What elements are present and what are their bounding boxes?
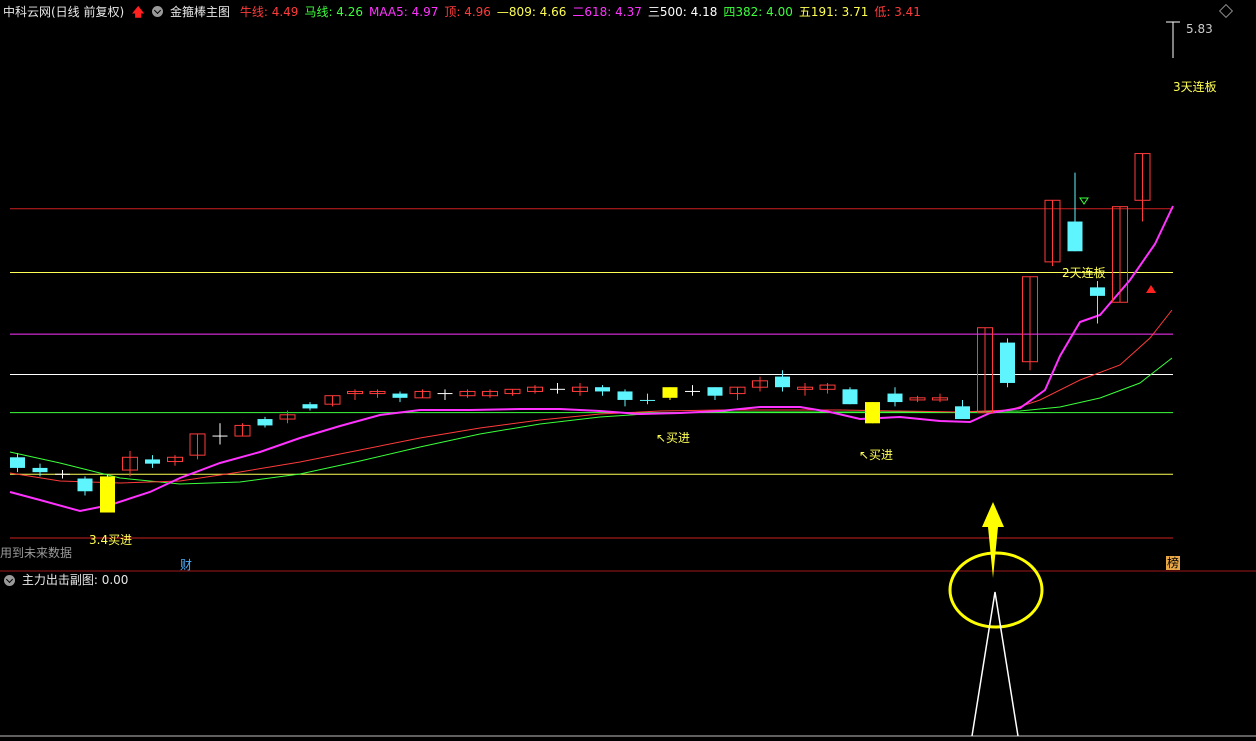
candle-body-48 [1090,287,1105,296]
finance-marker[interactable]: 财 [180,556,192,573]
yellow-arrow-icon [982,502,1004,578]
candle-body-38 [865,402,880,424]
candle-body-39 [887,393,903,403]
buy-signal-label-1: 3.4买进 [89,533,133,547]
candle-body-47 [1067,221,1083,252]
candle-body-13 [302,404,318,409]
ma-line-red [9,309,1173,484]
candle-body-1 [32,467,48,473]
candlestick-chart [0,21,1256,737]
sub-chart-header: 主力出击副图: 0.00 [0,572,128,588]
candle-body-17 [392,393,408,398]
candle-body-4 [100,476,115,513]
candle-body-42 [955,406,970,420]
future-data-note: 用到未来数据 [0,546,73,560]
candle-body-44 [1000,342,1015,383]
candle-body-0 [10,457,25,468]
candle-body-3 [77,478,93,492]
candle-body-31 [707,387,723,396]
sub-chart-value: : 0.00 [93,573,129,587]
limit-up-3-label: 3天连板 [1173,80,1217,94]
candle-body-28 [640,399,655,401]
maa5-line [9,205,1174,513]
candle-body-34 [775,376,790,388]
sub-chart-title[interactable]: 主力出击副图 [22,573,94,587]
rank-marker[interactable]: 榜 [1166,556,1181,570]
down-arrow-icon [1079,197,1089,205]
sub-indicator-menu-toggle[interactable] [4,575,15,586]
limit-up-2-label: 2天连板 [1062,266,1106,280]
highlight-circle [948,551,1044,629]
candle-body-29 [662,387,678,398]
buy-signal-label-3: ↖买进 [859,448,894,462]
high-price-label: 5.83 [1186,22,1213,36]
candle-body-37 [842,389,858,405]
candle-body-11 [257,419,273,426]
sub-chart-peak [971,591,1019,737]
candle-body-26 [595,387,610,392]
candle-body-6 [145,459,160,464]
ma-line-green [9,357,1173,485]
buy-signal-label-2: ↖买进 [656,431,691,445]
up-arrow-icon-signal [1146,285,1156,293]
candle-body-27 [617,391,633,400]
